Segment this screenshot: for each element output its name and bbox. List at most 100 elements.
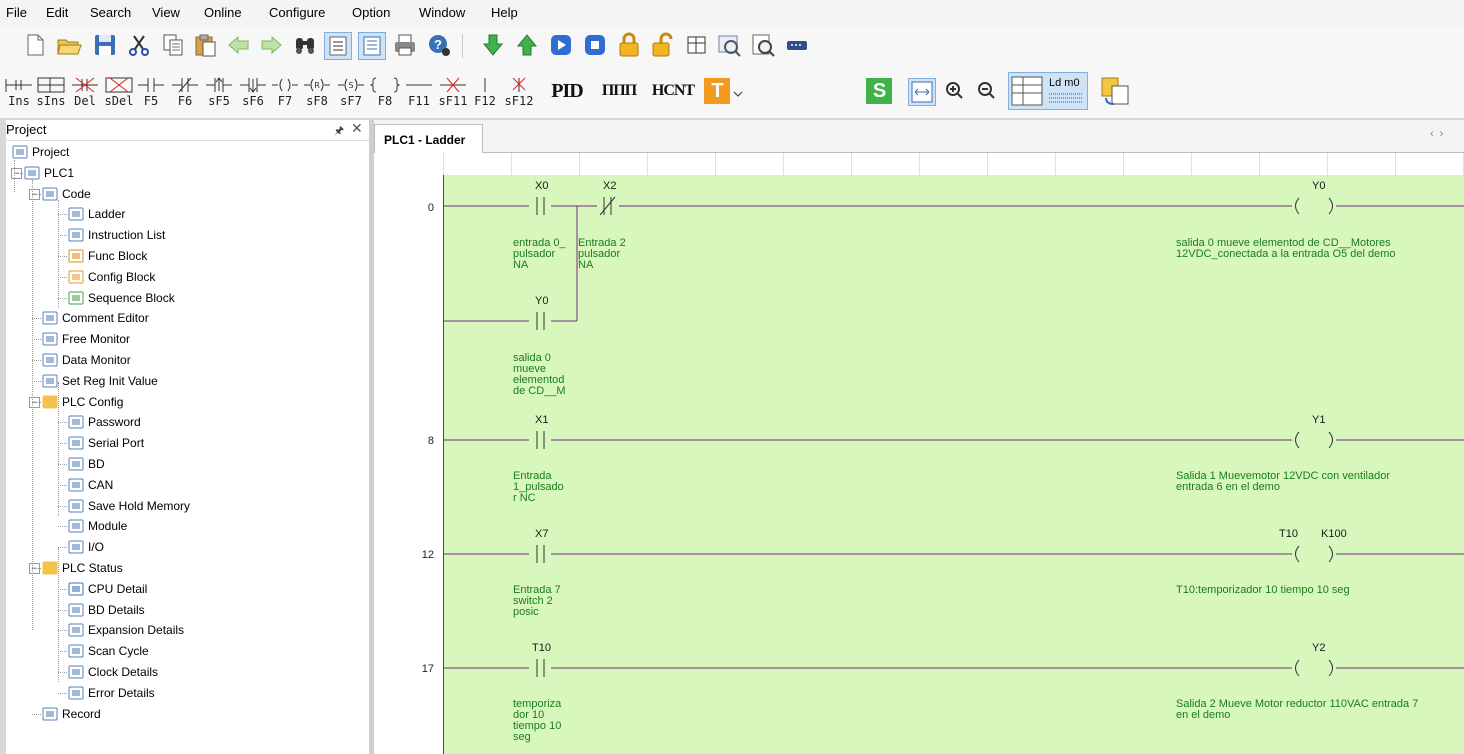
step-number: 17 xyxy=(421,663,434,675)
zoom-out-icon[interactable] xyxy=(974,78,1000,104)
contact-no-button[interactable]: F5 xyxy=(136,74,166,114)
coil-label-t10: T10 xyxy=(1279,528,1298,540)
menu-search[interactable]: Search xyxy=(90,6,131,20)
contact-x2[interactable] xyxy=(597,196,619,216)
find-icon[interactable] xyxy=(292,32,318,58)
coil-set-button[interactable]: S sF7 xyxy=(336,74,366,114)
ruler-tick xyxy=(511,153,512,175)
insert-column-button[interactable]: sIns xyxy=(36,74,66,114)
tab-plc1-ladder[interactable]: PLC1 - Ladder xyxy=(374,124,483,153)
ladder-canvas[interactable]: X0 X2 Y0 X1 X7 T10 Y0 Y1 T10 K100 Y2 ent… xyxy=(443,175,1464,754)
timer-label: T xyxy=(711,79,723,102)
tree-connector xyxy=(14,160,15,192)
convert-icon[interactable] xyxy=(1100,76,1130,106)
menu-file[interactable]: File xyxy=(6,6,27,20)
delete-rung-button[interactable]: Del xyxy=(70,74,100,114)
ladder-editor[interactable]: 0 8 12 17 X0 X2 Y0 X1 X7 T10 Y0 Y1 T10 K… xyxy=(374,153,1464,754)
coil-y2[interactable] xyxy=(1292,659,1336,677)
help-icon[interactable]: ? xyxy=(426,32,452,58)
print-icon[interactable] xyxy=(392,32,418,58)
compare-icon[interactable] xyxy=(716,32,742,58)
chevron-down-icon[interactable] xyxy=(733,86,743,97)
menu-edit[interactable]: Edit xyxy=(46,6,68,20)
open-folder-icon[interactable] xyxy=(56,32,82,58)
tree-connector xyxy=(58,526,67,527)
new-file-icon[interactable] xyxy=(22,32,48,58)
tree-item-label: Instruction List xyxy=(88,228,166,242)
menu-online[interactable]: Online xyxy=(204,6,242,20)
tab-scroll-arrows[interactable]: ‹› xyxy=(1430,128,1449,140)
tree-item-label: Code xyxy=(62,187,91,201)
tree-item-label: Free Monitor xyxy=(62,332,131,346)
contact-y0[interactable] xyxy=(529,312,551,330)
zoom-fit-icon[interactable] xyxy=(908,78,936,106)
stop-icon[interactable] xyxy=(582,32,608,58)
ladder-view-icon[interactable] xyxy=(324,32,352,60)
coil-y1[interactable] xyxy=(1292,431,1336,449)
menu-option[interactable]: Option xyxy=(352,6,390,20)
paste-icon[interactable] xyxy=(192,32,218,58)
cut-icon[interactable] xyxy=(126,32,152,58)
preview-icon[interactable] xyxy=(750,32,776,58)
tree-item-label: Comment Editor xyxy=(62,311,149,325)
contact-nc-button[interactable]: F6 xyxy=(170,74,200,114)
save-icon[interactable] xyxy=(92,32,118,58)
insert-rung-button[interactable]: Ins xyxy=(4,74,34,114)
menu-window[interactable]: Window xyxy=(419,6,465,20)
tree-item-label: Config Block xyxy=(88,270,156,284)
cpu-icon xyxy=(68,582,84,596)
run-icon[interactable] xyxy=(548,32,574,58)
back-arrow-icon[interactable] xyxy=(226,32,252,58)
function-block-button[interactable]: F8 xyxy=(370,74,400,114)
vertical-line-button[interactable]: F12 xyxy=(470,74,500,114)
comment-t10-contact: temporiza dor 10 tiempo 10 seg xyxy=(513,698,562,743)
ladder-instruction-toggle[interactable]: Ld m0 xyxy=(1008,72,1088,110)
comment-y1: Salida 1 Muevemotor 12VDC con ventilador… xyxy=(1176,470,1391,493)
menu-help[interactable]: Help xyxy=(491,6,518,20)
contact-t10[interactable] xyxy=(529,659,551,677)
contact-falling-button[interactable]: sF6 xyxy=(238,74,268,114)
key-label: F5 xyxy=(143,94,159,108)
ruler-tick xyxy=(1395,153,1396,175)
list-view-icon[interactable] xyxy=(358,32,386,60)
lock-icon[interactable] xyxy=(616,32,642,58)
hcnt-button[interactable]: HCNT xyxy=(646,78,700,104)
coil-out-button[interactable]: F7 xyxy=(270,74,300,114)
delete-vertical-line-button[interactable]: sF12 xyxy=(504,74,534,114)
ruler-tick xyxy=(1055,153,1056,175)
contact-label-x0: X0 xyxy=(535,180,549,192)
coil-t10[interactable] xyxy=(1292,545,1336,563)
delete-horizontal-line-button[interactable]: sF11 xyxy=(438,74,468,114)
delete-column-button[interactable]: sDel xyxy=(104,74,134,114)
menu-configure[interactable]: Configure xyxy=(269,6,325,20)
sequence-label: S xyxy=(872,79,886,102)
pid-button[interactable]: PID xyxy=(542,78,592,104)
timer-button[interactable]: T xyxy=(704,78,730,104)
pin-icon[interactable]: 🖈 xyxy=(334,122,344,141)
copy-icon[interactable] xyxy=(160,32,186,58)
menu-view[interactable]: View xyxy=(152,6,180,20)
tree-connector xyxy=(58,589,67,590)
menu-bar: File Edit Search View Online Configure O… xyxy=(0,0,1464,26)
horizontal-line-button[interactable]: F11 xyxy=(404,74,434,114)
close-icon[interactable]: ✕ xyxy=(351,120,363,137)
contact-label-x7: X7 xyxy=(535,528,549,540)
contact-x0[interactable] xyxy=(529,197,551,215)
zoom-in-icon[interactable] xyxy=(942,78,968,104)
monitor-icon[interactable] xyxy=(684,32,710,58)
download-icon[interactable] xyxy=(480,32,506,58)
forward-arrow-icon[interactable] xyxy=(258,32,284,58)
unlock-icon[interactable] xyxy=(650,32,676,58)
tree-item-label: Module xyxy=(88,519,128,533)
contact-x1[interactable] xyxy=(529,431,551,449)
coil-reset-button[interactable]: R sF8 xyxy=(302,74,332,114)
contact-x7[interactable] xyxy=(529,545,551,563)
pwm-button[interactable]: ППП xyxy=(596,78,642,104)
coil-label-y2: Y2 xyxy=(1312,642,1326,654)
upload-icon[interactable] xyxy=(514,32,540,58)
ruler-tick xyxy=(443,153,444,175)
contact-rising-button[interactable]: sF5 xyxy=(204,74,234,114)
sequence-button[interactable]: S xyxy=(866,78,892,104)
coil-y0[interactable] xyxy=(1292,197,1336,215)
serial-icon[interactable] xyxy=(784,32,810,58)
